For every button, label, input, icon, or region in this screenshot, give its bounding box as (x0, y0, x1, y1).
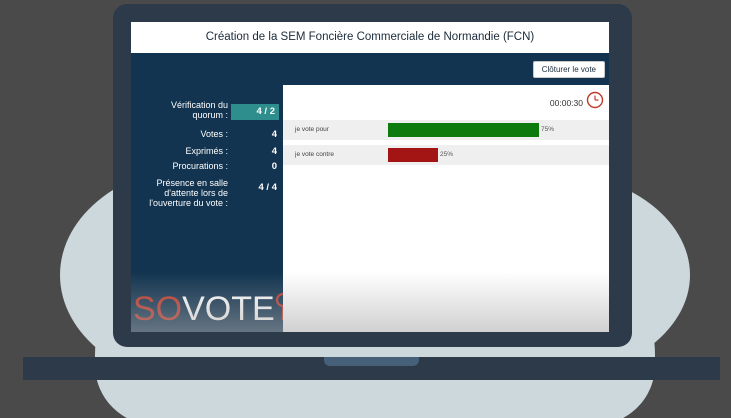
logo-vote: VOTE (182, 290, 275, 328)
vote-result-bar (388, 123, 539, 137)
vote-option-label: je vote contre (295, 151, 335, 158)
laptop-screen: Création de la SEM Foncière Commerciale … (131, 22, 609, 332)
vote-option-row: je vote contre 25% (283, 145, 609, 165)
close-vote-button[interactable]: Clôturer le vote (532, 61, 605, 78)
vote-percent: 75% (541, 126, 555, 133)
vote-panel: Clôturer le vote Vérification du quorum … (131, 53, 609, 332)
logo-so: SO (133, 290, 183, 328)
stat-label: Procurations : (172, 161, 228, 171)
stat-value: 4 (271, 129, 277, 140)
stat-value: 4 (271, 146, 277, 157)
quorum-value: 4 / 2 (231, 104, 279, 120)
stat-value: 0 (271, 161, 277, 172)
timer-display: 00:00:30 (549, 98, 583, 108)
sovote-logo: SOVOTE (133, 288, 291, 330)
stat-label: Présence en salle d'attente lors de l'ou… (149, 178, 228, 208)
stat-value: 4 / 4 (258, 182, 278, 193)
vote-result-bar (388, 148, 438, 162)
laptop-bezel: Création de la SEM Foncière Commerciale … (113, 4, 632, 347)
vote-option-row: je vote pour 75% (283, 120, 609, 140)
stat-label: Vérification du quorum : (170, 100, 228, 120)
laptop-base-notch (324, 357, 419, 366)
stat-label: Votes : (200, 129, 228, 139)
results-panel: 00:00:30 je vote pour 75% je vote contre… (283, 85, 609, 332)
clock-icon (586, 91, 604, 109)
vote-option-label: je vote pour (295, 126, 329, 133)
vote-percent: 25% (440, 151, 454, 158)
stat-label: Exprimés : (185, 146, 228, 156)
page-title: Création de la SEM Foncière Commerciale … (131, 22, 609, 53)
